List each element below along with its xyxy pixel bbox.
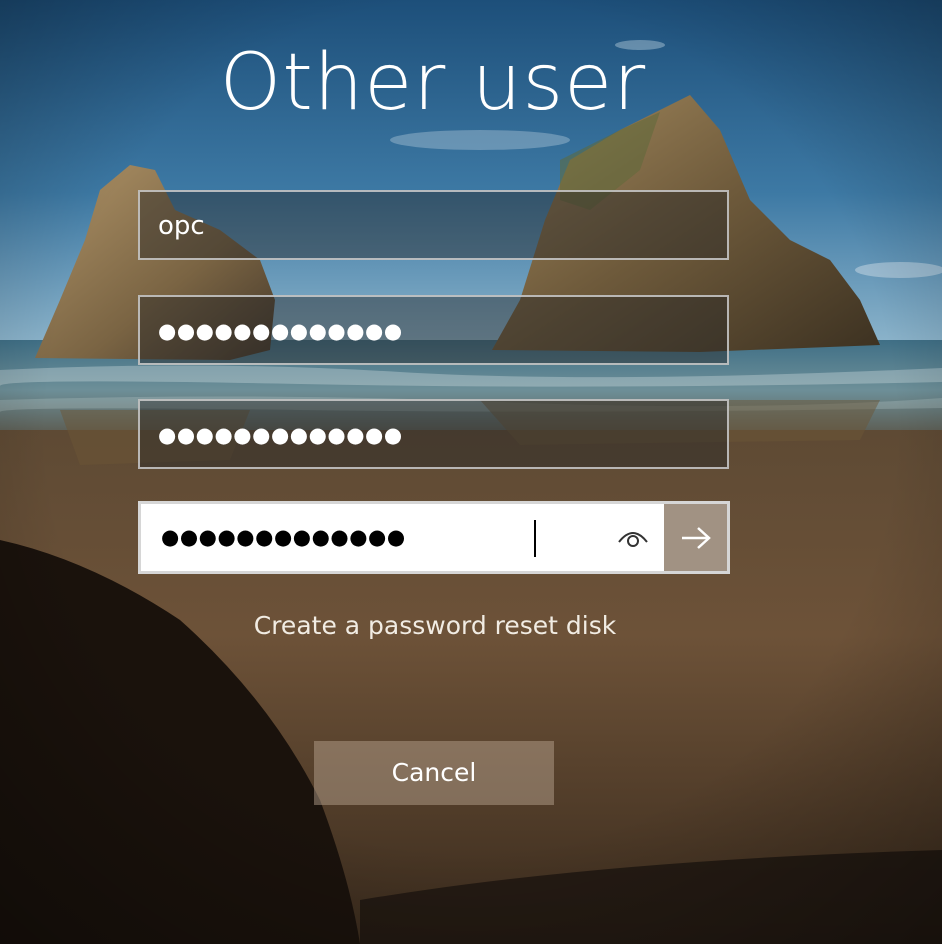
arrow-right-icon [681, 526, 711, 549]
password-field[interactable]: ●●●●●●●●●●●●● [138, 295, 729, 365]
confirm-password-value: ●●●●●●●●●●●●● [161, 525, 406, 549]
password-value: ●●●●●●●●●●●●● [158, 318, 403, 343]
username-field[interactable]: opc [138, 190, 729, 260]
create-password-reset-disk-link[interactable]: Create a password reset disk [0, 606, 870, 646]
text-caret [534, 520, 536, 557]
username-value: opc [158, 210, 205, 241]
cancel-button[interactable]: Cancel [314, 741, 554, 805]
confirm-password-input[interactable]: ●●●●●●●●●●●●● [141, 504, 664, 571]
login-screen: Other user opc ●●●●●●●●●●●●● ●●●●●●●●●●●… [0, 0, 942, 944]
submit-button[interactable] [664, 504, 727, 571]
page-title: Other user [219, 38, 647, 128]
new-password-field[interactable]: ●●●●●●●●●●●●● [138, 399, 729, 469]
confirm-password-field[interactable]: ●●●●●●●●●●●●● [138, 501, 730, 574]
eye-icon[interactable] [615, 524, 651, 552]
new-password-value: ●●●●●●●●●●●●● [158, 422, 403, 447]
